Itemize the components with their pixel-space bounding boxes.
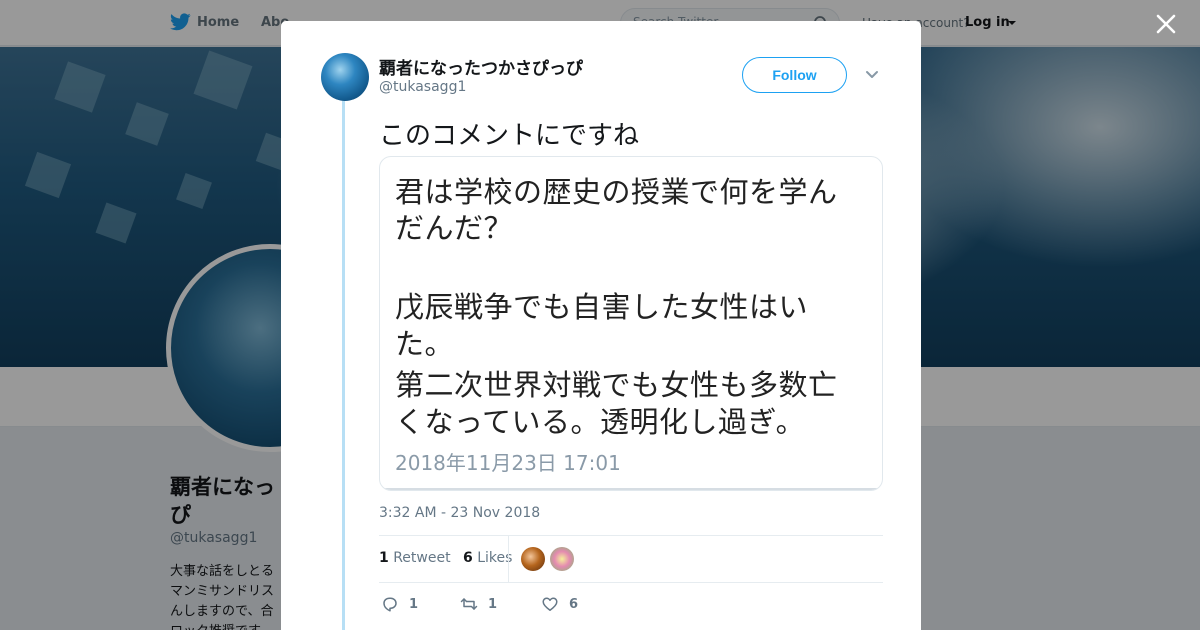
author-name[interactable]: 覇者になったつかさぴっぴ — [379, 54, 583, 79]
tweet-timestamp[interactable]: 3:32 AM - 23 Nov 2018 — [379, 505, 540, 521]
reply-icon — [383, 597, 397, 612]
reply-button[interactable]: 1 — [381, 595, 418, 613]
chevron-down-icon[interactable] — [865, 69, 879, 81]
media-text-line: た。 — [395, 327, 455, 361]
retweet-stat-count: 1 — [379, 550, 389, 566]
follow-button[interactable]: Follow — [742, 57, 847, 93]
liker-avatar[interactable] — [550, 547, 574, 571]
tweet-modal: 覇者になったつかさぴっぴ @tukasagg1 Follow このコメントにです… — [281, 21, 921, 630]
thread-line — [342, 101, 345, 630]
retweet-icon — [460, 598, 478, 610]
user-avatar-icon[interactable] — [321, 53, 369, 101]
media-text-line: 戊辰戦争でも自害した女性はい — [395, 290, 809, 324]
heart-icon — [542, 597, 558, 611]
media-text-line: くなっている。透明化し過ぎ。 — [395, 405, 806, 439]
like-stat[interactable]: 6 Likes — [463, 550, 512, 566]
like-count: 6 — [569, 596, 579, 612]
divider — [379, 535, 883, 536]
liker-avatar[interactable] — [521, 547, 545, 571]
tweet-stats: 1 Retweet 6 Likes — [379, 550, 512, 566]
media-divider — [380, 488, 882, 490]
like-button[interactable]: 6 — [541, 595, 578, 613]
media-date: 2018年11月23日 17:01 — [395, 451, 621, 475]
media-text-line: 第二次世界対戦でも女性も多数亡 — [395, 368, 838, 402]
retweet-button[interactable]: 1 — [460, 595, 497, 613]
retweet-stat-label: Retweet — [393, 550, 451, 566]
divider — [379, 582, 883, 583]
tweet-media-image[interactable]: 君は学校の歴史の授業で何を学ん だんだ？ 戊辰戦争でも自害した女性はい た。 第… — [379, 156, 883, 491]
retweet-count: 1 — [488, 596, 498, 612]
author-handle[interactable]: @tukasagg1 — [379, 79, 466, 95]
tweet-text: このコメントにですね — [379, 121, 640, 151]
media-text-line: だんだ？ — [395, 211, 514, 245]
retweet-stat[interactable]: 1 Retweet — [379, 550, 451, 566]
close-icon[interactable] — [1152, 10, 1180, 38]
like-stat-count: 6 — [463, 550, 473, 566]
reply-count: 1 — [409, 596, 419, 612]
divider — [508, 536, 509, 582]
